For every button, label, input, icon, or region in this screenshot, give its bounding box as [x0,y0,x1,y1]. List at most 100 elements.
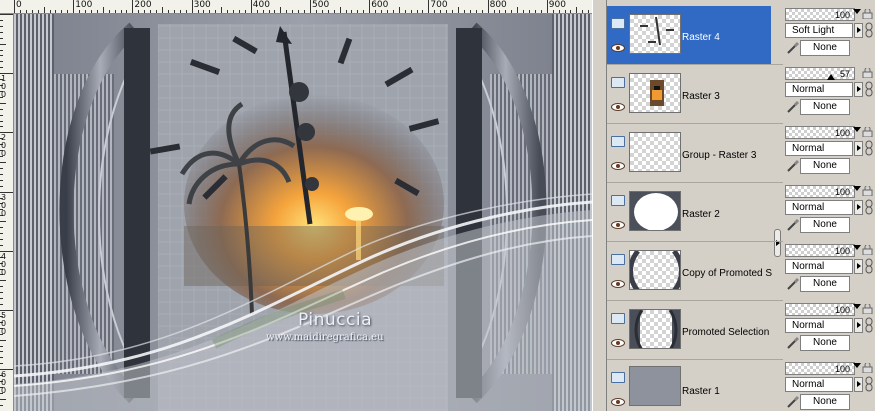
ruler-tick [126,10,128,13]
blend-mode-arrow-icon[interactable] [854,23,863,38]
layer-name[interactable]: Raster 1 [682,386,772,397]
opacity-arrow-icon[interactable] [853,304,861,309]
layer-name[interactable]: Raster 3 [682,91,772,102]
layer-row[interactable]: Copy of Promoted Se 100 Normal None [607,242,875,301]
blend-mode-arrow-icon[interactable] [854,82,863,97]
ruler-tick [588,10,590,13]
link-icon[interactable] [864,258,875,274]
layer-row[interactable]: Raster 4 100 Soft Light None [607,6,875,65]
brush-icon[interactable] [786,100,800,114]
layer-row[interactable]: Raster 1 100 Normal None [607,360,875,411]
layer-thumbnail[interactable] [629,366,681,406]
opacity-arrow-icon[interactable] [853,9,861,14]
brush-icon[interactable] [786,336,800,350]
ruler-tick [0,292,3,294]
link-icon[interactable] [864,140,875,156]
lock-icon[interactable] [862,186,873,196]
panel-divider[interactable] [592,0,607,411]
blend-mode-select[interactable]: Normal [785,200,853,215]
link-icon[interactable] [864,199,875,215]
brush-icon[interactable] [786,159,800,173]
lock-icon[interactable] [862,363,873,373]
layer-name[interactable]: Promoted Selection [682,327,772,338]
layer-thumbnail[interactable] [629,132,681,172]
opacity-slider[interactable]: 100 [785,126,855,139]
eye-icon[interactable] [611,280,625,288]
ruler-tick [0,43,6,45]
layer-visibility-toggle-icon[interactable] [611,254,625,265]
opacity-slider[interactable]: 100 [785,303,855,316]
opacity-slider-thumb[interactable] [827,74,835,80]
mask-value[interactable]: None [800,158,850,174]
blend-mode-select[interactable]: Soft Light [785,23,853,38]
canvas-artwork [14,14,592,411]
eye-icon[interactable] [611,398,625,406]
opacity-arrow-icon[interactable] [853,127,861,132]
lock-icon[interactable] [862,9,873,19]
eye-icon[interactable] [611,221,625,229]
opacity-arrow-icon[interactable] [853,186,861,191]
eye-icon[interactable] [611,103,625,111]
lock-icon[interactable] [862,127,873,137]
layer-thumbnail[interactable] [629,250,681,290]
ruler-tick [55,10,57,13]
brush-icon[interactable] [786,395,800,409]
eye-icon[interactable] [611,44,625,52]
mask-value[interactable]: None [800,217,850,233]
lock-icon[interactable] [862,68,873,78]
brush-icon[interactable] [786,277,800,291]
blend-mode-select[interactable]: Normal [785,82,853,97]
blend-mode-arrow-icon[interactable] [854,377,863,392]
eye-icon[interactable] [611,339,625,347]
opacity-slider[interactable]: 100 [785,185,855,198]
layer-thumbnail[interactable] [629,73,681,113]
mask-value[interactable]: None [800,394,850,410]
link-icon[interactable] [864,81,875,97]
layer-visibility-toggle-icon[interactable] [611,77,625,88]
layer-visibility-toggle-icon[interactable] [611,195,625,206]
mask-value[interactable]: None [800,99,850,115]
blend-mode-arrow-icon[interactable] [854,200,863,215]
layer-visibility-toggle-icon[interactable] [611,313,625,324]
layer-row[interactable]: Raster 2 100 Normal None [607,183,875,242]
image-canvas[interactable]: Pinuccia www.maidiregrafica.eu [14,14,592,411]
blend-mode-arrow-icon[interactable] [854,259,863,274]
blend-mode-arrow-icon[interactable] [854,318,863,333]
blend-mode-select[interactable]: Normal [785,259,853,274]
opacity-slider[interactable]: 57 [785,67,855,80]
link-icon[interactable] [864,376,875,392]
opacity-slider[interactable]: 100 [785,362,855,375]
ruler-tick [0,357,3,359]
opacity-arrow-icon[interactable] [853,363,861,368]
blend-mode-select[interactable]: Normal [785,377,853,392]
mask-value[interactable]: None [800,40,850,56]
lock-icon[interactable] [862,304,873,314]
opacity-slider[interactable]: 100 [785,244,855,257]
layer-name[interactable]: Raster 2 [682,209,772,220]
layer-row[interactable]: Raster 3 57 Normal None [607,65,875,124]
blend-mode-select[interactable]: Normal [785,318,853,333]
mask-value[interactable]: None [800,335,850,351]
layer-name[interactable]: Raster 4 [682,32,772,43]
blend-mode-select[interactable]: Normal [785,141,853,156]
layer-thumbnail[interactable] [629,309,681,349]
layer-row[interactable]: Group - Raster 3 100 Normal None [607,124,875,183]
link-icon[interactable] [864,317,875,333]
layer-visibility-toggle-icon[interactable] [611,136,625,147]
layer-thumbnail[interactable] [629,14,681,54]
layer-row[interactable]: Promoted Selection 100 Normal None [607,301,875,360]
link-icon[interactable] [864,22,875,38]
brush-icon[interactable] [786,218,800,232]
opacity-arrow-icon[interactable] [853,245,861,250]
brush-icon[interactable] [786,41,800,55]
lock-icon[interactable] [862,245,873,255]
opacity-slider[interactable]: 100 [785,8,855,21]
blend-mode-arrow-icon[interactable] [854,141,863,156]
layer-name[interactable]: Group - Raster 3 [682,150,772,161]
layer-visibility-toggle-icon[interactable] [611,372,625,383]
layer-visibility-toggle-icon[interactable] [611,18,625,29]
layer-name[interactable]: Copy of Promoted Se [682,268,772,279]
mask-value[interactable]: None [800,276,850,292]
layer-thumbnail[interactable] [629,191,681,231]
eye-icon[interactable] [611,162,625,170]
